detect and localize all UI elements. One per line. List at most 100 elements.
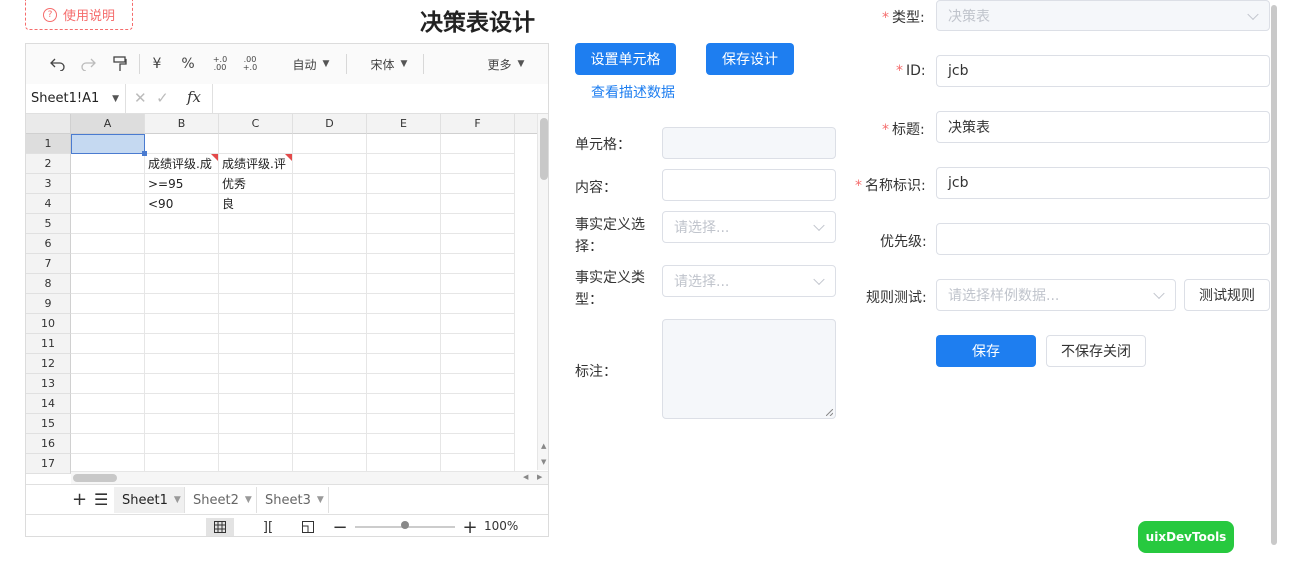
undo-icon[interactable]: [46, 52, 70, 76]
cell-b15[interactable]: [145, 414, 219, 434]
cell-e7[interactable]: [367, 254, 441, 274]
sheet-tab-1[interactable]: Sheet1 ▼: [114, 487, 185, 513]
cell-f11[interactable]: [441, 334, 515, 354]
cell-d7[interactable]: [293, 254, 367, 274]
cell-f9[interactable]: [441, 294, 515, 314]
cell-f4[interactable]: [441, 194, 515, 214]
cell-c11[interactable]: [219, 334, 293, 354]
cell-a10[interactable]: [71, 314, 145, 334]
row-header[interactable]: 16: [26, 434, 71, 454]
cell-b12[interactable]: [145, 354, 219, 374]
cell-c10[interactable]: [219, 314, 293, 334]
caret-down-icon[interactable]: ▼: [245, 495, 252, 505]
cell-e14[interactable]: [367, 394, 441, 414]
row-header[interactable]: 14: [26, 394, 71, 414]
add-sheet-icon[interactable]: +: [72, 489, 87, 510]
cell-e10[interactable]: [367, 314, 441, 334]
cell-a14[interactable]: [71, 394, 145, 414]
cell-d8[interactable]: [293, 274, 367, 294]
column-header[interactable]: D: [293, 114, 367, 134]
currency-button[interactable]: ¥: [146, 52, 168, 76]
cell-d10[interactable]: [293, 314, 367, 334]
row-header[interactable]: 7: [26, 254, 71, 274]
cell-c16[interactable]: [219, 434, 293, 454]
cell-b4[interactable]: <90: [145, 194, 219, 214]
row-header[interactable]: 10: [26, 314, 71, 334]
cell-d4[interactable]: [293, 194, 367, 214]
row-header[interactable]: 15: [26, 414, 71, 434]
scroll-up-icon[interactable]: ▲: [541, 442, 546, 450]
cell-f5[interactable]: [441, 214, 515, 234]
fact-definition-type-select[interactable]: 请选择...: [662, 265, 836, 297]
cell-e3[interactable]: [367, 174, 441, 194]
column-header[interactable]: B: [145, 114, 219, 134]
row-header[interactable]: 1: [26, 134, 71, 154]
redo-icon[interactable]: [76, 52, 100, 76]
cell-a1[interactable]: [71, 134, 145, 154]
cell-f8[interactable]: [441, 274, 515, 294]
format-painter-icon[interactable]: [108, 52, 132, 76]
sheet-tab-2[interactable]: Sheet2 ▼: [185, 487, 257, 513]
row-header[interactable]: 8: [26, 274, 71, 294]
cell-d2[interactable]: [293, 154, 367, 174]
scroll-left-icon[interactable]: ◀: [523, 473, 528, 481]
fill-handle[interactable]: [142, 151, 147, 156]
cell-d14[interactable]: [293, 394, 367, 414]
row-header[interactable]: 17: [26, 454, 71, 474]
cell-e1[interactable]: [367, 134, 441, 154]
cell-a16[interactable]: [71, 434, 145, 454]
cell-f7[interactable]: [441, 254, 515, 274]
zoom-in-icon[interactable]: +: [456, 517, 484, 537]
cell-c14[interactable]: [219, 394, 293, 414]
column-header[interactable]: C: [219, 114, 293, 134]
more-dropdown[interactable]: 更多 ▼: [481, 52, 531, 76]
row-header[interactable]: 11: [26, 334, 71, 354]
cell-a15[interactable]: [71, 414, 145, 434]
note-textarea[interactable]: [662, 319, 836, 419]
number-format-dropdown[interactable]: 自动 ▼: [276, 52, 346, 76]
cell-b1[interactable]: [145, 134, 219, 154]
priority-input[interactable]: [936, 223, 1270, 255]
cell-f16[interactable]: [441, 434, 515, 454]
content-input[interactable]: [662, 169, 836, 201]
cell-c3[interactable]: 优秀: [219, 174, 293, 194]
cell-a4[interactable]: [71, 194, 145, 214]
close-without-save-button[interactable]: 不保存关闭: [1046, 335, 1146, 367]
zoom-slider-handle[interactable]: [401, 521, 409, 529]
cell-a12[interactable]: [71, 354, 145, 374]
cell-c2[interactable]: 成绩评级.评: [219, 154, 293, 174]
cell-d15[interactable]: [293, 414, 367, 434]
cell-e8[interactable]: [367, 274, 441, 294]
cell-d5[interactable]: [293, 214, 367, 234]
cell-b5[interactable]: [145, 214, 219, 234]
cell-e6[interactable]: [367, 234, 441, 254]
zoom-out-icon[interactable]: −: [326, 517, 354, 537]
percent-button[interactable]: %: [176, 52, 200, 76]
cell-a7[interactable]: [71, 254, 145, 274]
cell-c1[interactable]: [219, 134, 293, 154]
save-button[interactable]: 保存: [936, 335, 1036, 367]
cell-d6[interactable]: [293, 234, 367, 254]
scroll-right-icon[interactable]: ▶: [537, 473, 542, 481]
cell-a13[interactable]: [71, 374, 145, 394]
rule-test-sample-select[interactable]: 请选择样例数据...: [936, 279, 1176, 311]
column-header[interactable]: E: [367, 114, 441, 134]
page-scrollbar[interactable]: [1271, 5, 1277, 545]
cell-e16[interactable]: [367, 434, 441, 454]
sheet-tab-3[interactable]: Sheet3 ▼: [257, 487, 329, 513]
name-id-input[interactable]: jcb: [936, 167, 1270, 199]
cell-c15[interactable]: [219, 414, 293, 434]
cell-e15[interactable]: [367, 414, 441, 434]
cell-reference-dropdown[interactable]: Sheet1!A1 ▼: [26, 84, 126, 113]
cell-a8[interactable]: [71, 274, 145, 294]
cell-a9[interactable]: [71, 294, 145, 314]
cell-c7[interactable]: [219, 254, 293, 274]
normal-view-icon[interactable]: [206, 518, 234, 536]
cell-c4[interactable]: 良: [219, 194, 293, 214]
check-icon[interactable]: ✓: [156, 89, 169, 107]
page-break-view-icon[interactable]: ][: [254, 518, 282, 536]
cell-d16[interactable]: [293, 434, 367, 454]
cell-e13[interactable]: [367, 374, 441, 394]
row-header[interactable]: 12: [26, 354, 71, 374]
cell-d11[interactable]: [293, 334, 367, 354]
